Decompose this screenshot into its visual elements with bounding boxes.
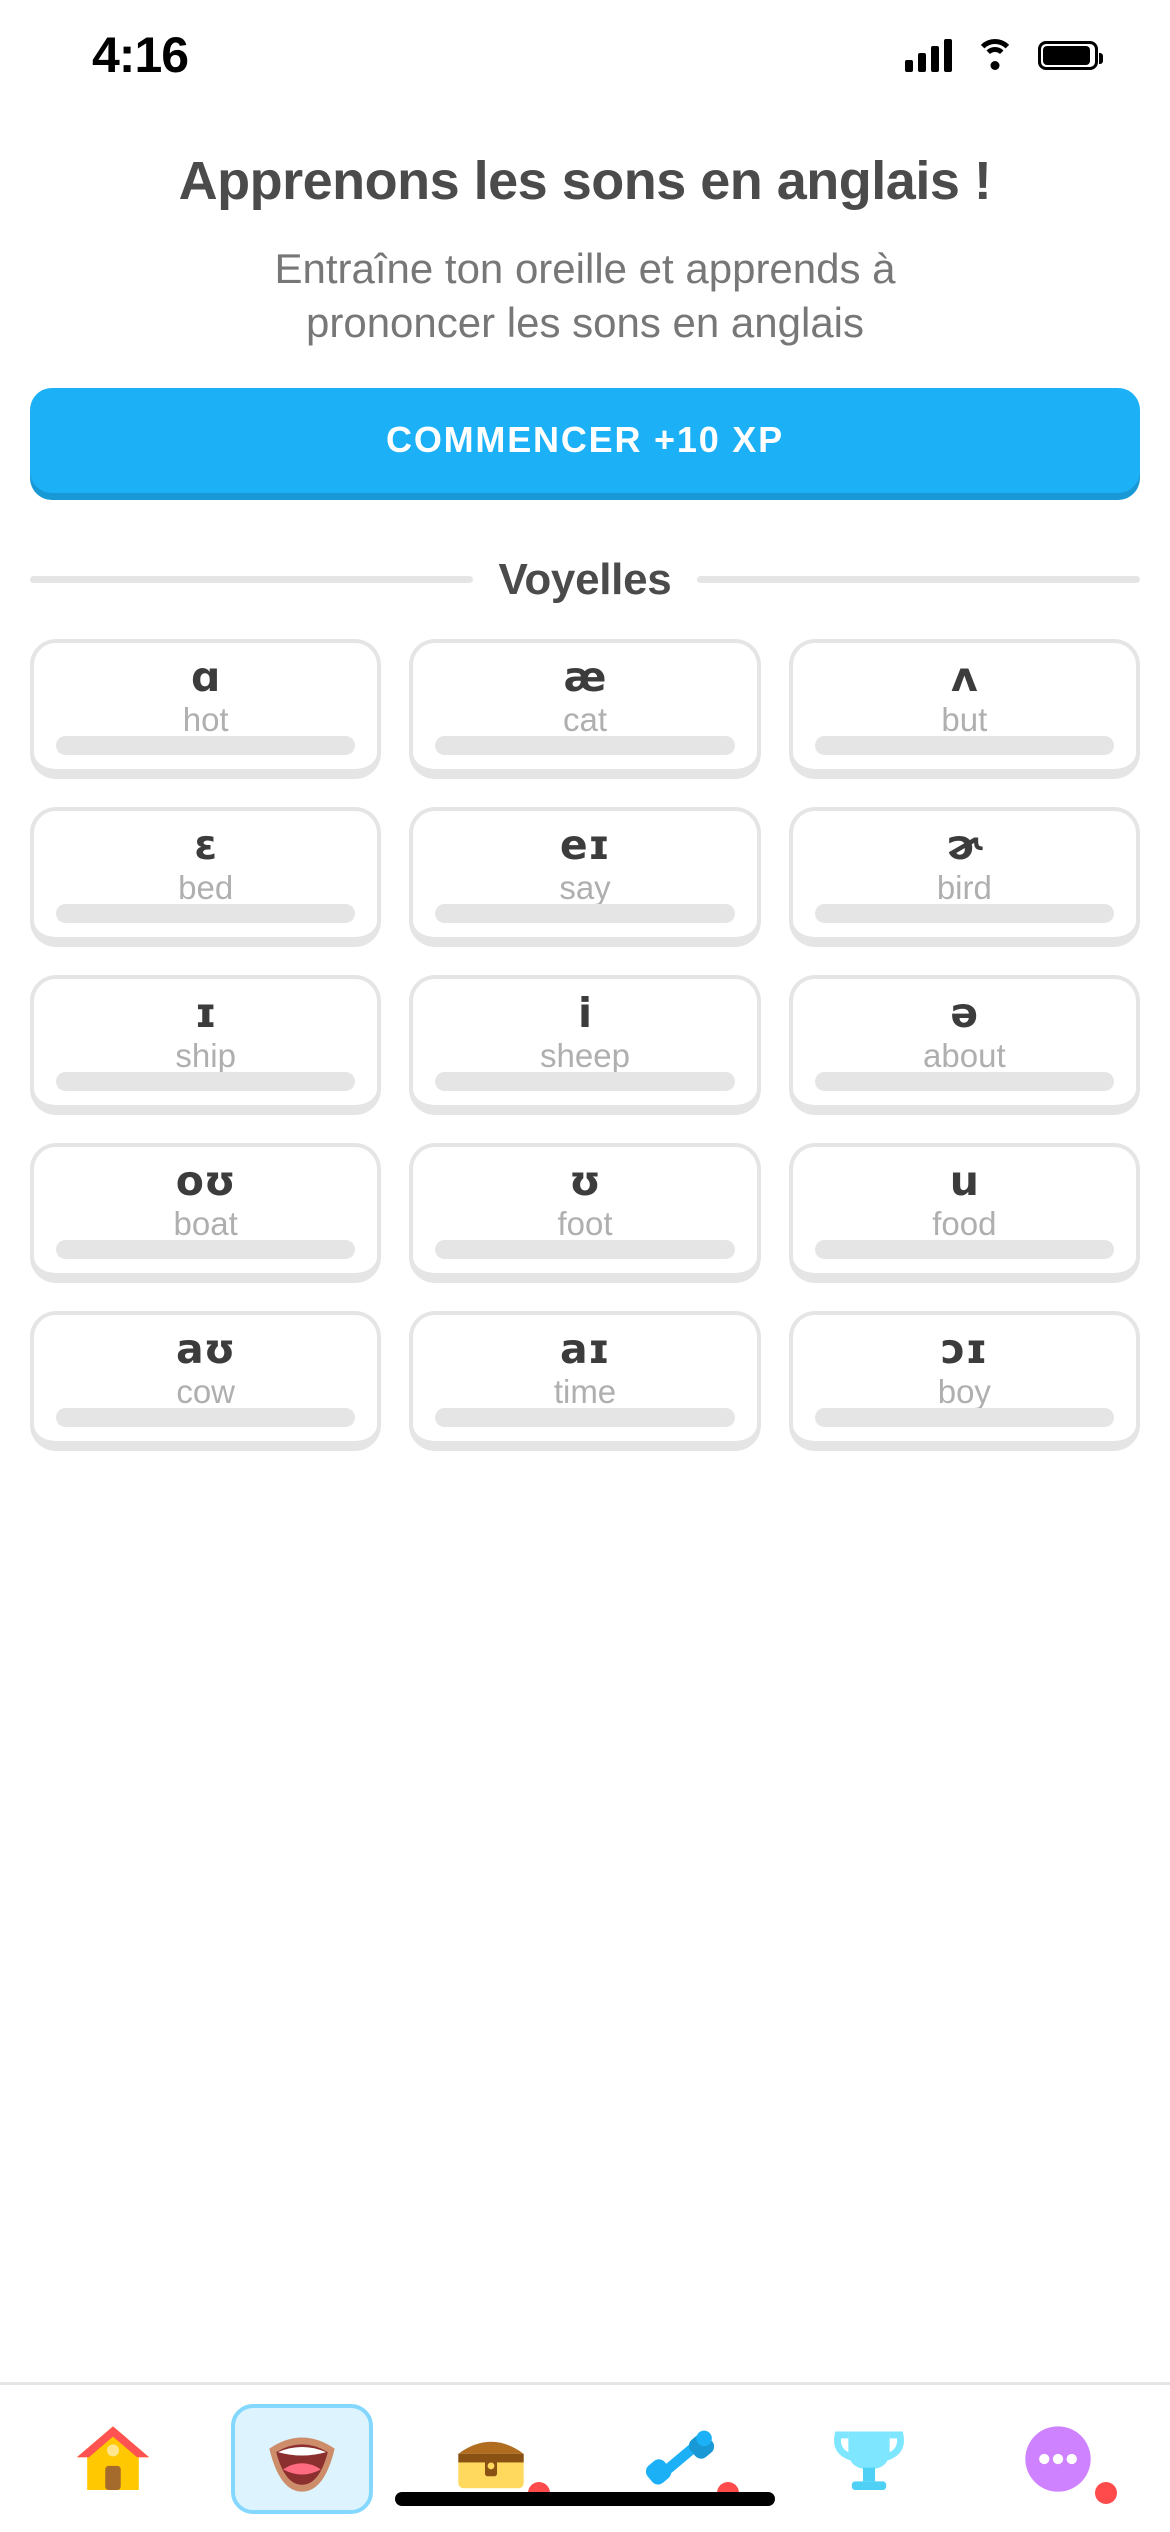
- phoneme-symbol: aʊ: [175, 1325, 236, 1374]
- phoneme-example-word: cat: [562, 701, 607, 739]
- start-lesson-button[interactable]: COMMENCER +10 XP: [30, 387, 1140, 493]
- bottom-navigation: [0, 2382, 1170, 2532]
- phoneme-progress-bar: [435, 1408, 735, 1427]
- section-header-voyelles: Voyelles: [0, 493, 1170, 605]
- phoneme-progress-bar: [814, 1072, 1114, 1091]
- divider-left: [30, 576, 473, 584]
- app-root: 4:16 Apprenons les sons en anglais ! Ent…: [0, 0, 1170, 2532]
- phoneme-symbol: ɛ: [194, 821, 218, 870]
- phoneme-example-word: bird: [936, 869, 992, 907]
- phoneme-example-word: hot: [182, 701, 229, 739]
- section-title: Voyelles: [498, 554, 672, 604]
- phoneme-card[interactable]: ɑ hot: [30, 638, 382, 779]
- nav-leagues[interactable]: [798, 2404, 940, 2514]
- phoneme-card[interactable]: aɪ time: [409, 1310, 761, 1451]
- notification-badge: [1094, 2481, 1117, 2504]
- dumbbell-icon: [637, 2416, 723, 2502]
- phoneme-example-word: about: [923, 1037, 1006, 1075]
- phoneme-symbol: ɚ: [946, 821, 983, 870]
- phoneme-example-word: food: [932, 1205, 997, 1243]
- phoneme-grid: ɑ hot æ cat ʌ but ɛ bed eɪ say ɚ bird ɪ ship i sheep ə ab…: [0, 605, 1170, 1451]
- phoneme-card[interactable]: ɪ ship: [30, 974, 382, 1115]
- phoneme-progress-bar: [56, 1408, 356, 1427]
- phoneme-symbol: ʊ: [569, 1157, 601, 1206]
- treasure-chest-icon: [448, 2416, 534, 2502]
- page-subtitle-line-2: prononcer les sons en anglais: [305, 298, 865, 346]
- nav-sounds[interactable]: [230, 2403, 373, 2514]
- cta-container: COMMENCER +10 XP: [0, 350, 1170, 493]
- phoneme-progress-bar: [814, 1408, 1114, 1427]
- mouth-icon: [259, 2416, 345, 2502]
- phoneme-symbol: ɔɪ: [940, 1325, 988, 1374]
- phoneme-card[interactable]: ɚ bird: [788, 806, 1140, 947]
- phoneme-symbol: ɑ: [190, 653, 221, 702]
- phoneme-card[interactable]: æ cat: [409, 638, 761, 779]
- house-icon: [70, 2416, 156, 2502]
- page-subtitle: Entraîne ton oreille et apprends à prono…: [30, 242, 1140, 350]
- phoneme-symbol: u: [949, 1157, 979, 1206]
- phoneme-progress-bar: [435, 1240, 735, 1259]
- phoneme-progress-bar: [56, 736, 356, 755]
- phoneme-card[interactable]: ə about: [788, 974, 1140, 1115]
- phoneme-progress-bar: [435, 1072, 735, 1091]
- phoneme-symbol: æ: [563, 653, 607, 702]
- phoneme-progress-bar: [56, 904, 356, 923]
- status-time: 4:16: [92, 27, 189, 83]
- phoneme-card[interactable]: aʊ cow: [30, 1310, 382, 1451]
- phoneme-example-word: cow: [176, 1373, 235, 1411]
- status-bar: 4:16: [0, 0, 1170, 110]
- phoneme-card[interactable]: ɛ bed: [30, 806, 382, 947]
- trophy-icon: [826, 2416, 912, 2502]
- phoneme-symbol: ɪ: [194, 989, 217, 1038]
- phoneme-example-word: say: [559, 869, 611, 907]
- nav-more[interactable]: [987, 2404, 1129, 2514]
- phoneme-example-word: bed: [178, 869, 234, 907]
- phoneme-card[interactable]: i sheep: [409, 974, 761, 1115]
- phoneme-progress-bar: [814, 1240, 1114, 1259]
- phoneme-card[interactable]: ʌ but: [788, 638, 1140, 779]
- phoneme-example-word: time: [553, 1373, 617, 1411]
- phoneme-example-word: sheep: [540, 1037, 630, 1075]
- wifi-icon: [974, 39, 1016, 71]
- status-indicators: [905, 38, 1103, 72]
- phoneme-progress-bar: [814, 736, 1114, 755]
- phoneme-progress-bar: [435, 736, 735, 755]
- divider-right: [697, 576, 1140, 584]
- page-header: Apprenons les sons en anglais ! Entraîne…: [0, 110, 1170, 350]
- battery-icon: [1038, 40, 1103, 70]
- home-indicator: [395, 2492, 775, 2506]
- phoneme-example-word: foot: [557, 1205, 613, 1243]
- phoneme-symbol: i: [577, 989, 593, 1038]
- phoneme-card[interactable]: ʊ foot: [409, 1142, 761, 1283]
- phoneme-symbol: aɪ: [559, 1325, 610, 1374]
- phoneme-symbol: ə: [950, 989, 979, 1038]
- nav-home[interactable]: [42, 2404, 184, 2514]
- phoneme-card[interactable]: oʊ boat: [30, 1142, 382, 1283]
- phoneme-progress-bar: [56, 1240, 356, 1259]
- phoneme-example-word: but: [941, 701, 988, 739]
- phoneme-symbol: ʌ: [950, 653, 978, 702]
- phoneme-card[interactable]: eɪ say: [409, 806, 761, 947]
- phoneme-symbol: oʊ: [175, 1157, 236, 1206]
- phoneme-example-word: ship: [175, 1037, 236, 1075]
- phoneme-card[interactable]: u food: [788, 1142, 1140, 1283]
- page-title: Apprenons les sons en anglais !: [178, 151, 992, 211]
- phoneme-progress-bar: [56, 1072, 356, 1091]
- phoneme-progress-bar: [814, 904, 1114, 923]
- page-subtitle-line-1: Entraîne ton oreille et apprends à: [274, 245, 896, 293]
- phoneme-example-word: boat: [173, 1205, 238, 1243]
- phoneme-symbol: eɪ: [559, 821, 611, 870]
- signal-bars-icon: [905, 38, 952, 72]
- more-dots-icon: [1015, 2416, 1101, 2502]
- phoneme-card[interactable]: ɔɪ boy: [788, 1310, 1140, 1451]
- phoneme-example-word: boy: [937, 1373, 991, 1411]
- phoneme-progress-bar: [435, 904, 735, 923]
